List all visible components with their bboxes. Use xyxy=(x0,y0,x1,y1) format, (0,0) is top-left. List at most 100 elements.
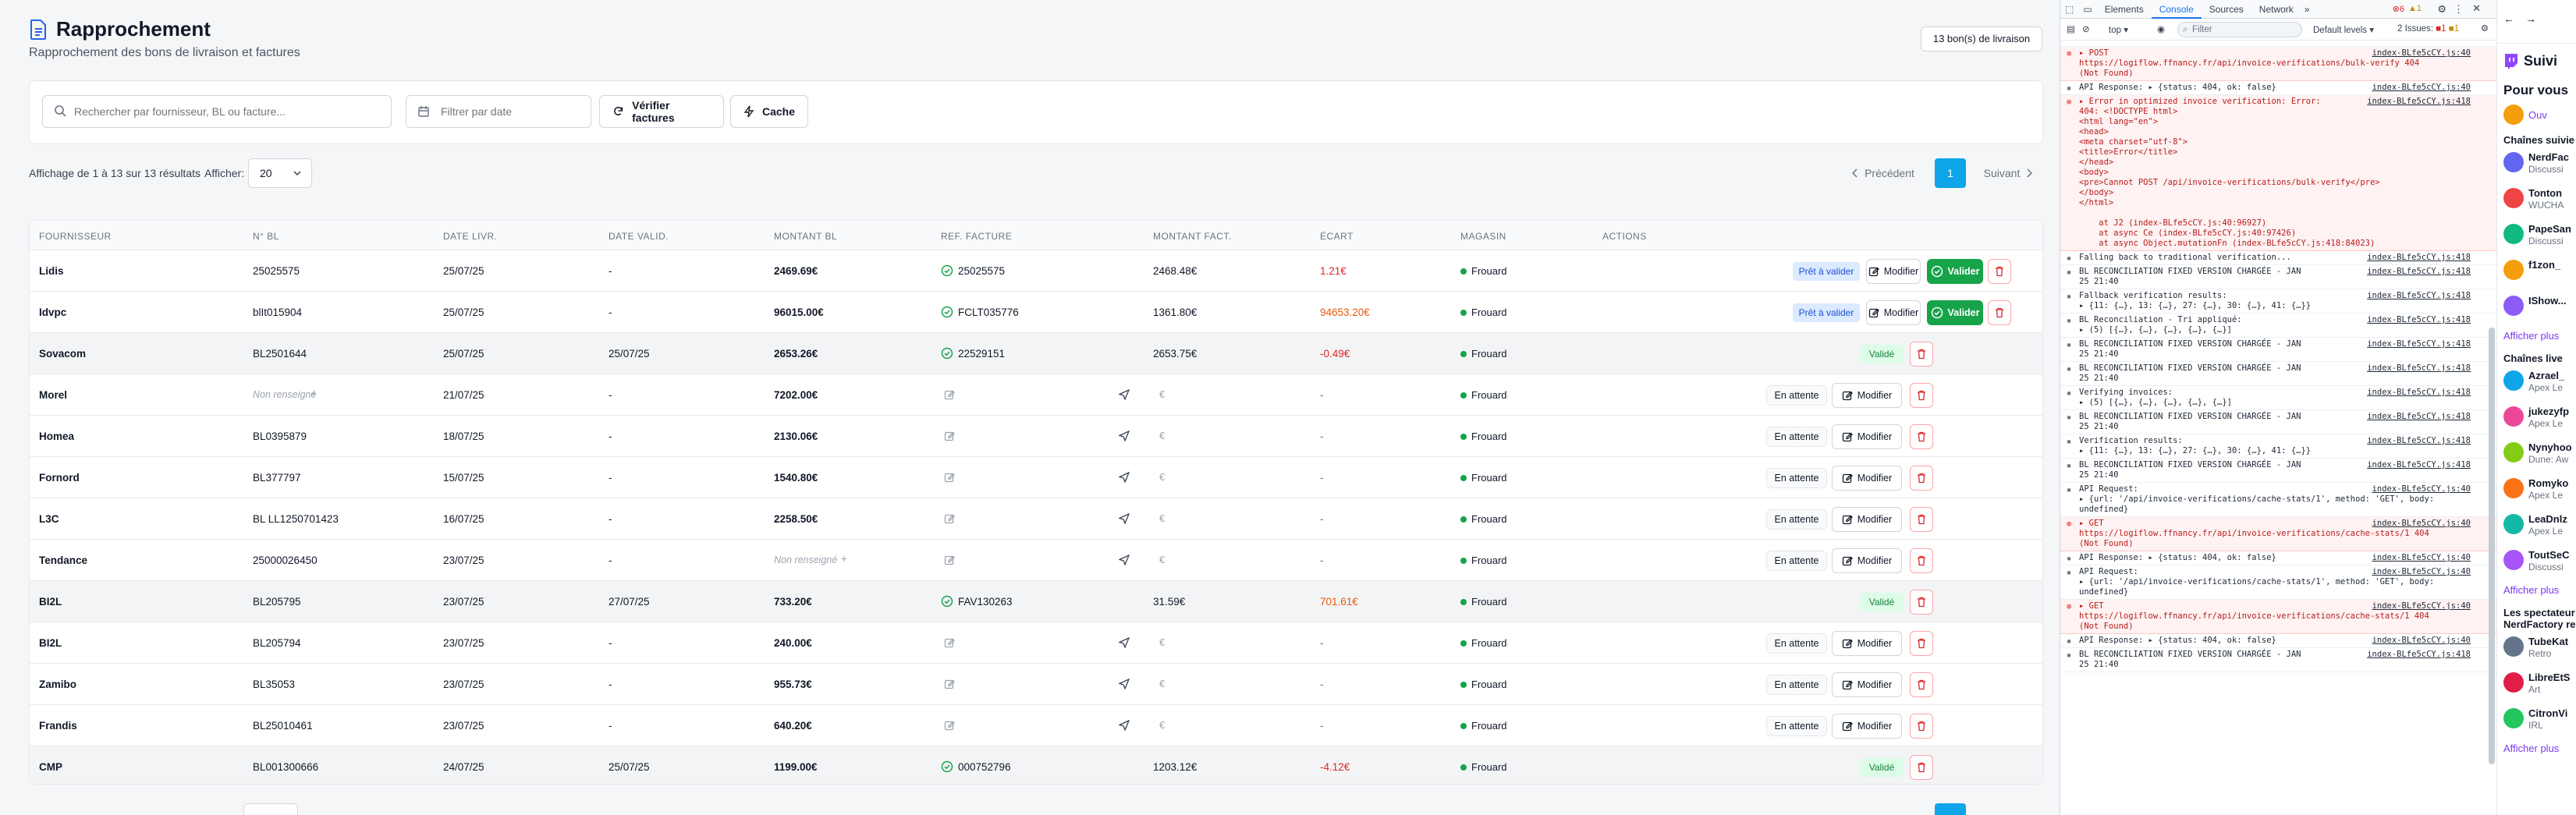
sidebar-toggle-icon[interactable]: ▤ xyxy=(2067,23,2075,34)
console-message[interactable]: ▪ API Response: ▸ {status: 404, ok: false… xyxy=(2060,551,2497,565)
date-input[interactable] xyxy=(441,96,585,127)
edit-button[interactable]: Modifier xyxy=(1832,631,1902,656)
source-link[interactable]: index-BLfe5cCY.js:418 xyxy=(2367,339,2471,349)
send-icon[interactable] xyxy=(1119,513,1130,524)
console-message[interactable]: ▪ BL RECONCILIATION FIXED VERSION CHARGÉE… xyxy=(2060,648,2497,672)
add-amount-icon[interactable]: + xyxy=(841,553,847,565)
edit-ref-icon[interactable] xyxy=(944,431,955,441)
date-filter[interactable] xyxy=(406,95,591,128)
context-select[interactable]: top ▾ xyxy=(2109,24,2128,35)
validate-button[interactable]: Valider xyxy=(1927,259,1983,284)
settings-icon[interactable]: ⚙ xyxy=(2437,3,2446,16)
delete-button[interactable] xyxy=(1910,672,1933,697)
console-message[interactable]: ▪ Verification results: ▸ {11: {…}, 13: {… xyxy=(2060,434,2497,459)
for-you-item[interactable]: Ouv xyxy=(2497,98,2576,134)
back-arrow-icon[interactable]: ← xyxy=(2503,12,2514,25)
channel-item[interactable]: Nynyhoo Dune: Aw xyxy=(2497,436,2576,472)
show-more-followed[interactable]: Afficher plus xyxy=(2503,330,2576,342)
edit-ref-icon[interactable] xyxy=(944,679,955,689)
console-message[interactable]: ▪ BL RECONCILIATION FIXED VERSION CHARGÉE… xyxy=(2060,362,2497,386)
source-link[interactable]: index-BLfe5cCY.js:418 xyxy=(2367,460,2471,470)
edit-ref-icon[interactable] xyxy=(944,720,955,731)
console-message[interactable]: ▪ Verifying invoices: ▸ (5) [{…}, {…}, {…… xyxy=(2060,386,2497,410)
source-link[interactable]: index-BLfe5cCY.js:40 xyxy=(2372,636,2471,646)
channel-item[interactable]: TubeKat Retro xyxy=(2497,630,2576,666)
edit-ref-icon[interactable] xyxy=(944,472,955,483)
tab-sources[interactable]: Sources xyxy=(2202,0,2251,19)
source-link[interactable]: index-BLfe5cCY.js:418 xyxy=(2367,291,2471,301)
send-icon[interactable] xyxy=(1119,555,1130,565)
bl-number-cell[interactable]: Non renseigné xyxy=(253,389,316,400)
eye-icon[interactable]: ◉ xyxy=(2157,23,2165,34)
source-link[interactable]: index-BLfe5cCY.js:418 xyxy=(2367,436,2471,446)
edit-button[interactable]: Modifier xyxy=(1866,259,1921,284)
more-tabs-icon[interactable]: » xyxy=(2301,0,2313,19)
tab-console[interactable]: Console xyxy=(2151,0,2202,19)
kebab-menu-icon[interactable]: ⋮ xyxy=(2454,3,2464,16)
previous-page-button[interactable]: Précédent xyxy=(1838,158,1928,188)
source-link[interactable]: index-BLfe5cCY.js:418 xyxy=(2367,253,2471,263)
channel-item[interactable]: Azrael_ Apex Le xyxy=(2497,364,2576,400)
console-message[interactable]: ⊗ ▸ POST https://logiflow.ffnancy.fr/api/… xyxy=(2060,47,2497,81)
source-link[interactable]: index-BLfe5cCY.js:40 xyxy=(2372,519,2471,529)
console-message[interactable]: ▪ API Response: ▸ {status: 404, ok: false… xyxy=(2060,634,2497,648)
search-field[interactable] xyxy=(42,95,392,128)
console-message[interactable]: ▪ BL RECONCILIATION FIXED VERSION CHARGÉE… xyxy=(2060,338,2497,362)
tab-elements[interactable]: Elements xyxy=(2097,0,2152,19)
delete-button[interactable] xyxy=(1910,755,1933,780)
per-page-select[interactable]: 20 xyxy=(248,158,312,188)
channel-item[interactable]: jukezyfp Apex Le xyxy=(2497,400,2576,436)
console-message[interactable]: ▪ Falling back to traditional verificatio… xyxy=(2060,251,2497,265)
log-levels-select[interactable]: Default levels ▾ xyxy=(2313,24,2374,35)
source-link[interactable]: index-BLfe5cCY.js:418 xyxy=(2367,97,2471,107)
bl-amount-cell[interactable]: Non renseigné xyxy=(774,555,837,565)
source-link[interactable]: index-BLfe5cCY.js:418 xyxy=(2367,315,2471,325)
channel-item[interactable]: Romyko Apex Le xyxy=(2497,472,2576,508)
console-message[interactable]: ⊗ ▸ GET https://logiflow.ffnancy.fr/api/i… xyxy=(2060,600,2497,634)
channel-item[interactable]: LeaDnlz Apex Le xyxy=(2497,508,2576,544)
source-link[interactable]: index-BLfe5cCY.js:418 xyxy=(2367,412,2471,422)
page-1-button[interactable]: 1 xyxy=(1935,158,1966,188)
delete-button[interactable] xyxy=(1910,424,1933,449)
delete-button[interactable] xyxy=(1988,259,2011,284)
send-icon[interactable] xyxy=(1119,637,1130,648)
channel-item[interactable]: Tonton WUCHA xyxy=(2497,182,2576,218)
close-icon[interactable]: ✕ xyxy=(2472,2,2481,15)
source-link[interactable]: index-BLfe5cCY.js:418 xyxy=(2367,650,2471,660)
validate-button[interactable]: Valider xyxy=(1927,300,1983,325)
edit-button[interactable]: Modifier xyxy=(1832,507,1902,532)
send-icon[interactable] xyxy=(1119,389,1130,400)
console-message[interactable]: ▪ API Request: ▸ {url: '/api/invoice-veri… xyxy=(2060,483,2497,517)
console-scrollbar[interactable] xyxy=(2489,328,2495,764)
delete-button[interactable] xyxy=(1910,507,1933,532)
delete-button[interactable] xyxy=(1988,300,2011,325)
cache-button[interactable]: Cache xyxy=(730,95,808,128)
send-icon[interactable] xyxy=(1119,431,1130,441)
channel-item[interactable]: LibreEtS Art xyxy=(2497,666,2576,702)
source-link[interactable]: index-BLfe5cCY.js:418 xyxy=(2367,363,2471,374)
edit-button[interactable]: Modifier xyxy=(1832,548,1902,573)
source-link[interactable]: index-BLfe5cCY.js:418 xyxy=(2367,388,2471,398)
send-icon[interactable] xyxy=(1119,679,1130,689)
edit-button[interactable]: Modifier xyxy=(1832,424,1902,449)
source-link[interactable]: index-BLfe5cCY.js:40 xyxy=(2372,601,2471,611)
show-more-viewers[interactable]: Afficher plus xyxy=(2503,742,2576,754)
channel-item[interactable]: CitronVi IRL xyxy=(2497,702,2576,738)
edit-ref-icon[interactable] xyxy=(944,637,955,648)
issues-count[interactable]: 2 Issues: ■1 ■1 xyxy=(2397,24,2459,34)
console-settings-icon[interactable]: ⚙ xyxy=(2481,23,2489,34)
console-message[interactable]: ▪ BL RECONCILIATION FIXED VERSION CHARGÉE… xyxy=(2060,265,2497,289)
console-message[interactable]: ▪ BL Reconciliation - Tri appliqué: ▸ (5)… xyxy=(2060,314,2497,338)
delete-button[interactable] xyxy=(1910,714,1933,739)
add-bl-icon[interactable]: + xyxy=(310,388,317,399)
source-link[interactable]: index-BLfe5cCY.js:40 xyxy=(2372,567,2471,577)
edit-ref-icon[interactable] xyxy=(944,513,955,524)
edit-button[interactable]: Modifier xyxy=(1832,714,1902,739)
edit-button[interactable]: Modifier xyxy=(1832,672,1902,697)
send-icon[interactable] xyxy=(1119,720,1130,731)
source-link[interactable]: index-BLfe5cCY.js:40 xyxy=(2372,484,2471,494)
send-icon[interactable] xyxy=(1119,472,1130,483)
next-page-button[interactable]: Suivant xyxy=(1971,158,2046,188)
console-log[interactable]: ⊗ ▸ POST https://logiflow.ffnancy.fr/api/… xyxy=(2060,41,2497,815)
inspect-icon[interactable]: ⬚ xyxy=(2060,0,2078,19)
